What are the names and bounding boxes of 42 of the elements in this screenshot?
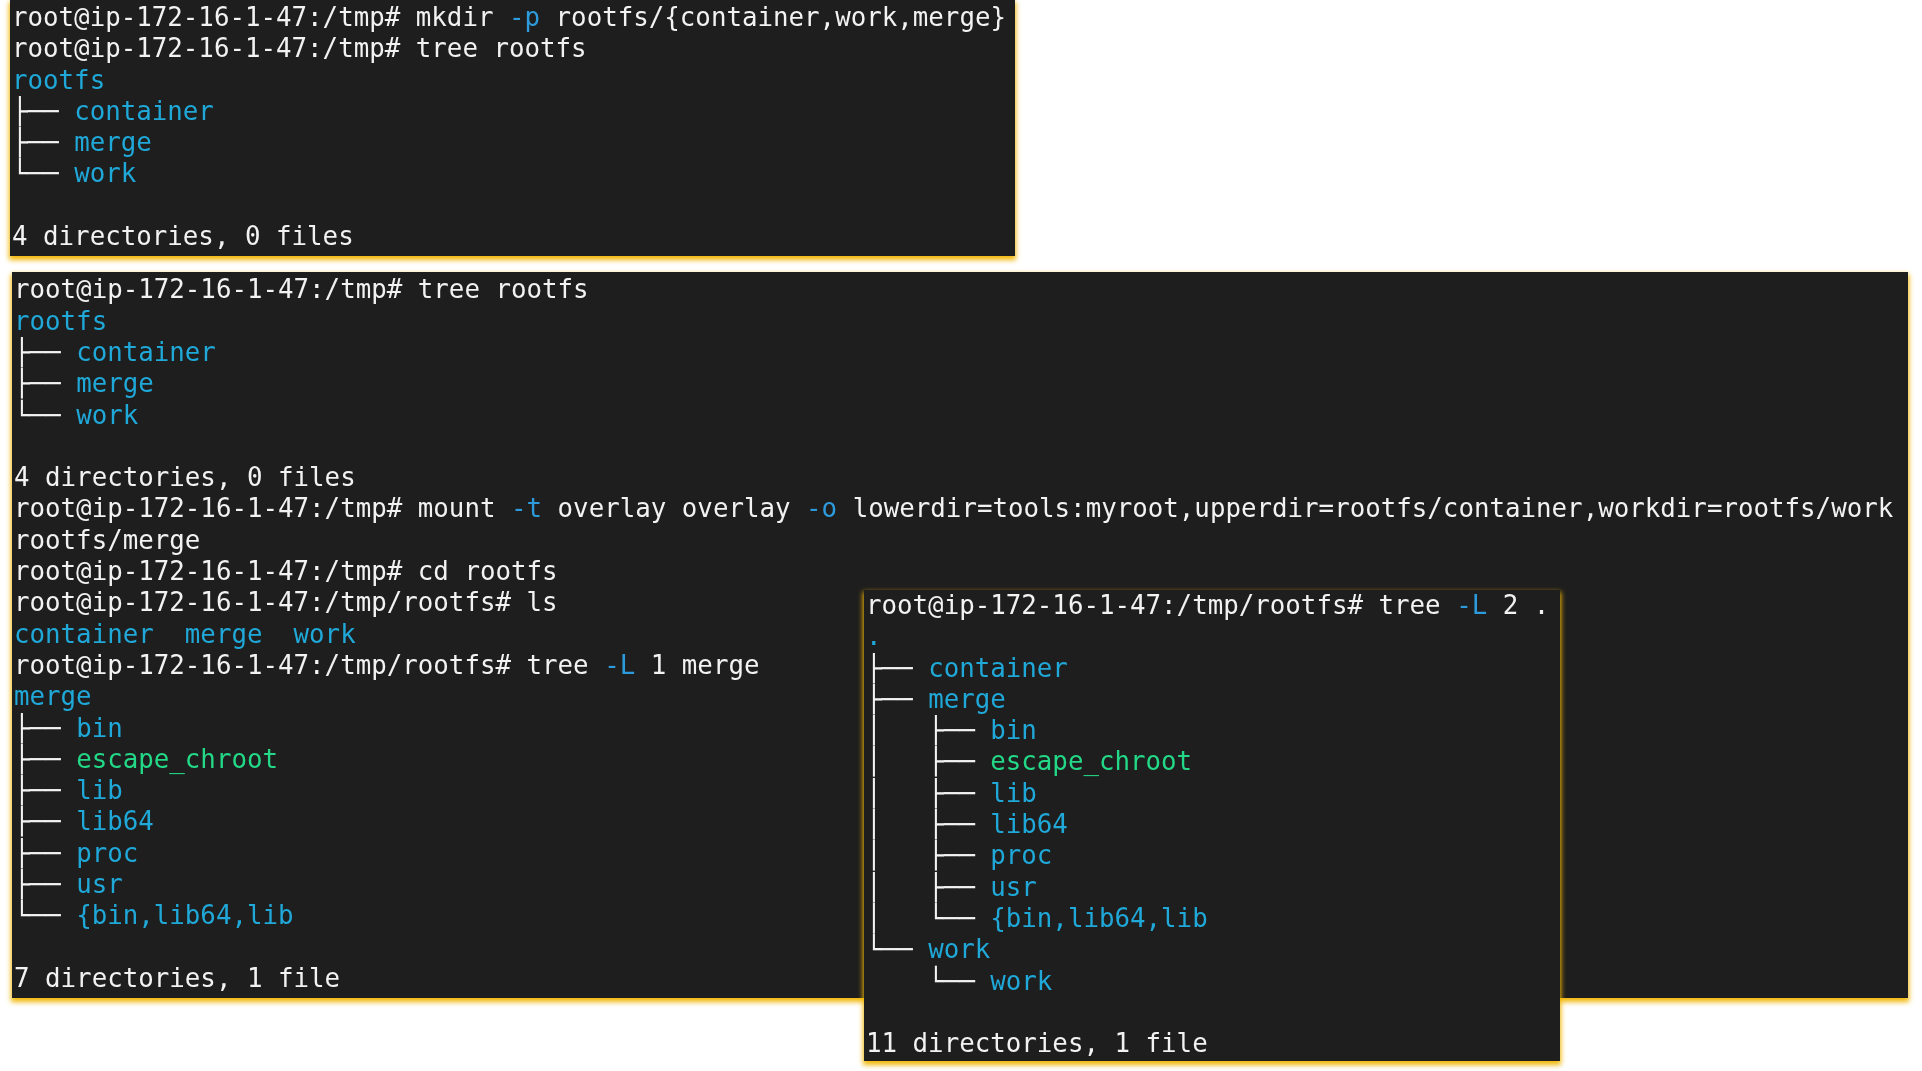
terminal-line: ├── container [14,336,216,368]
terminal-line: ├── container [12,95,214,127]
terminal-line: ├── merge [12,127,152,158]
terminal-line: rootfs [14,305,108,337]
terminal-line: root@ip-172-16-1-47:/tmp# mkdir -p rootfs/{container,work,merge} [12,2,1006,34]
terminal-line: root@ip-172-16-1-47:/tmp# tree rootfs [14,274,589,306]
terminal-line: │ ├── proc [866,840,1053,872]
terminal-line: container merge work [14,618,356,650]
terminal-line: root@ip-172-16-1-47:/tmp# tree rootfs [12,33,587,65]
terminal-line: │ ├── lib [866,777,1037,809]
terminal-line: ├── merge [14,368,154,399]
terminal-line: ├── merge [866,683,1006,715]
terminal-line: └── work [866,934,991,965]
terminal-line: │ ├── bin [866,715,1037,746]
terminal-line: 7 directories, 1 file [14,962,341,995]
terminal-line: merge [14,681,92,713]
terminal-line: ├── container [866,652,1068,684]
terminal-line: 4 directories, 0 files [12,221,354,253]
terminal-line: ├── bin [14,712,123,744]
terminal-line: root@ip-172-16-1-47:/tmp/rootfs# tree -L 1 merge [14,649,760,682]
terminal-line: ├── escape_chroot [14,743,279,775]
terminal-line: │ └── {bin,lib64,lib [866,902,1208,934]
terminal-line: rootfs [12,64,106,96]
terminal-line: root@ip-172-16-1-47:/tmp/rootfs# tree -L 2 . [866,590,1550,622]
terminal-line: 4 directories, 0 files [14,462,356,494]
terminal-line: root@ip-172-16-1-47:/tmp# mount -t overlay overlay -o lowerdir=tools:myroot,upperdir=rootfs/container,workdir=rootfs/work [14,493,1894,525]
terminal-line: │ ├── escape_chroot [866,746,1193,778]
terminal-line: ├── proc [14,837,139,869]
terminal-line: root@ip-172-16-1-47:/tmp/rootfs# ls [14,587,558,619]
terminal-line: │ ├── usr [866,871,1037,903]
terminal-line: ├── usr [14,869,123,900]
terminal-line: └── work [12,158,137,190]
terminal-line: 11 directories, 1 file [866,1028,1208,1060]
terminal-line: └── work [14,399,139,431]
terminal-line: root@ip-172-16-1-47:/tmp# cd rootfs [14,556,558,588]
terminal-line: . [866,621,882,653]
terminal-line: │ ├── lib64 [866,809,1068,840]
terminal-line: rootfs/merge [14,524,201,557]
terminal-line: ├── lib64 [14,806,154,838]
terminal-line: ├── lib [14,775,123,806]
terminal-line: └── {bin,lib64,lib [14,900,294,932]
terminal-line: └── work [927,965,1053,997]
